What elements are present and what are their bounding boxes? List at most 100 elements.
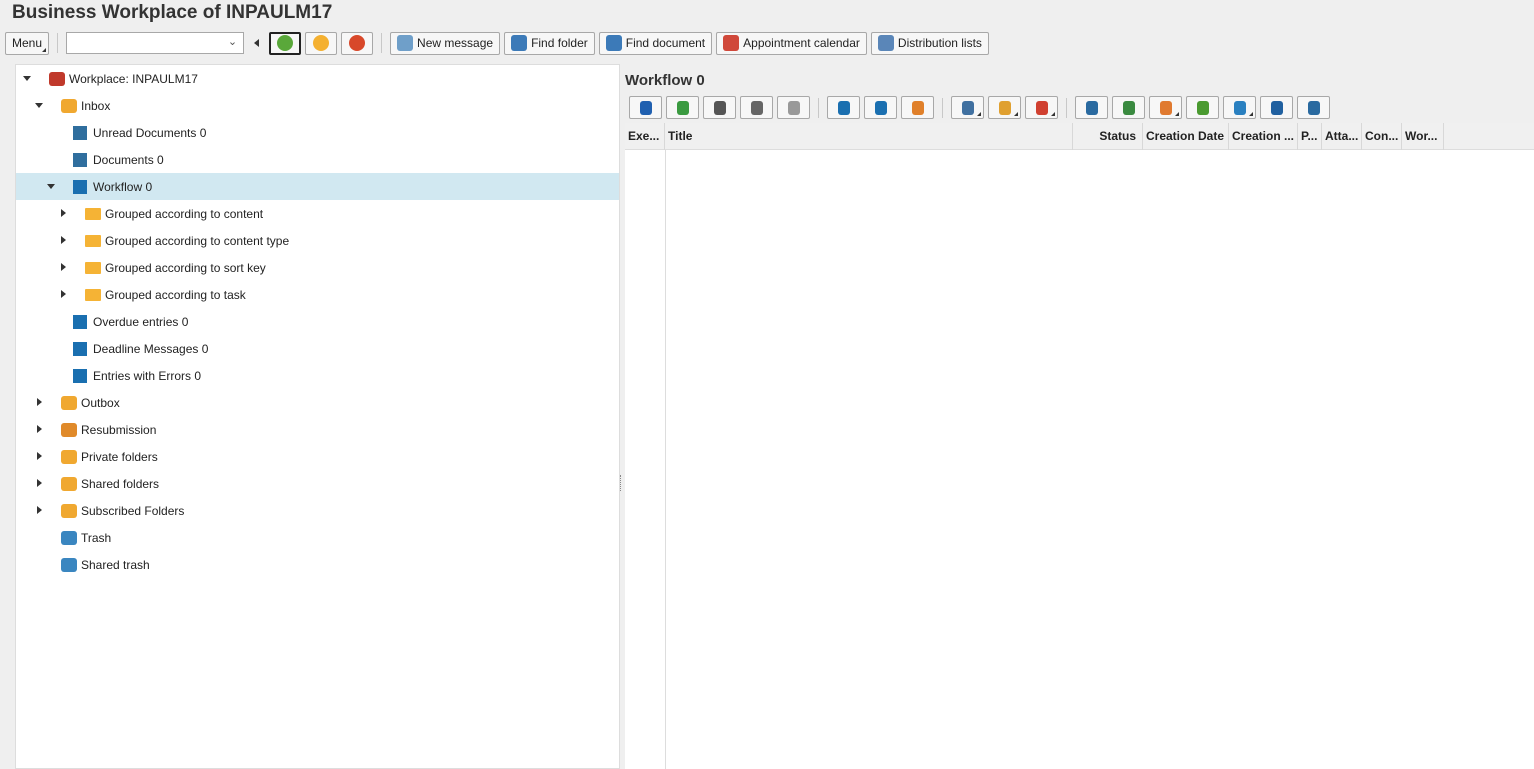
tree-node[interactable]: Outbox (16, 389, 619, 416)
tree-node[interactable]: Entries with Errors 0 (16, 362, 619, 389)
separator (1066, 97, 1067, 118)
new-message-button[interactable]: New message (390, 31, 501, 55)
workflow-icon (73, 180, 87, 194)
tree-node[interactable]: Grouped according to sort key (16, 254, 619, 281)
subtotal-button[interactable] (1186, 96, 1219, 119)
pane-splitter[interactable] (620, 475, 623, 491)
inbox-icon (61, 99, 77, 113)
select-button[interactable] (740, 96, 773, 119)
tree-node[interactable]: Resubmission (16, 416, 619, 443)
bottom-button[interactable] (901, 96, 934, 119)
column-header[interactable]: Title (665, 123, 1073, 150)
find-in-list-button[interactable] (1112, 96, 1145, 119)
attachment-button[interactable] (951, 96, 984, 119)
separator (57, 33, 59, 53)
layout-button[interactable] (1149, 96, 1182, 119)
column-header[interactable]: Exe... (625, 123, 665, 150)
distribution-lists-label: Distribution lists (897, 36, 982, 50)
back-icon (277, 35, 294, 51)
content-pane: Workflow 0 Exe... Title Status Creation Dat… (625, 64, 1534, 769)
separator (381, 33, 383, 53)
tree-node[interactable]: Unread Documents 0 (16, 119, 619, 146)
column-header[interactable]: Con... (1362, 123, 1402, 150)
folder-icon (85, 289, 101, 301)
tree-node-label: Grouped according to task (105, 287, 246, 302)
list-toolbar (629, 96, 1330, 119)
export-icon (1307, 100, 1320, 115)
top-icon (837, 100, 850, 115)
sort-layout-button[interactable] (1025, 96, 1058, 119)
center-icon (874, 100, 887, 115)
expand-toggle-icon[interactable] (37, 479, 42, 487)
shared-folders-icon (61, 477, 77, 491)
tree-node[interactable]: Trash (16, 524, 619, 551)
expand-toggle-icon[interactable] (37, 425, 42, 433)
chevron-down-icon: ⌄ (227, 36, 238, 48)
subscribed-folders-icon (61, 504, 77, 518)
collapse-toggle-icon[interactable] (35, 103, 43, 108)
column-header[interactable]: Creation Date (1143, 123, 1229, 150)
tree-node[interactable]: Shared trash (16, 551, 619, 578)
distribution-lists-button[interactable]: Distribution lists (870, 31, 989, 55)
appointment-calendar-button[interactable]: Appointment calendar (716, 31, 867, 55)
find-document-button[interactable]: Find document (598, 31, 713, 55)
execute-icon (676, 100, 689, 115)
tree-node[interactable]: Workplace: INPAULM17 (16, 65, 619, 92)
folder-icon (85, 208, 101, 220)
back-button[interactable] (269, 31, 302, 55)
top-button[interactable] (827, 96, 860, 119)
tree-node[interactable]: Shared folders (16, 470, 619, 497)
column-header[interactable]: Status (1073, 123, 1143, 150)
find-button[interactable] (1260, 96, 1293, 119)
tree-node[interactable]: Deadline Messages 0 (16, 335, 619, 362)
collapse-toggle-icon[interactable] (47, 184, 55, 189)
execute-button[interactable] (666, 96, 699, 119)
column-header[interactable]: Wor... (1402, 123, 1444, 150)
tree-node[interactable]: Subscribed Folders (16, 497, 619, 524)
exit-button[interactable] (305, 31, 338, 55)
export-button[interactable] (1297, 96, 1330, 119)
tree-node[interactable]: Overdue entries 0 (16, 308, 619, 335)
expand-toggle-icon[interactable] (37, 506, 42, 514)
expand-toggle-icon[interactable] (37, 452, 42, 460)
document-list-icon (73, 153, 87, 167)
menu-button[interactable]: Menu (5, 31, 50, 55)
expand-toggle-icon[interactable] (37, 398, 42, 406)
filter-button[interactable] (1223, 96, 1256, 119)
column-header[interactable]: Atta... (1322, 123, 1362, 150)
tree-node-label: Outbox (81, 395, 120, 410)
collapse-arrow-icon[interactable] (254, 39, 260, 47)
create-button[interactable] (988, 96, 1021, 119)
folder-icon (85, 262, 101, 274)
workflow-icon (73, 369, 87, 383)
tree-node[interactable]: Inbox (16, 92, 619, 119)
folder-tree: Workplace: INPAULM17 Inbox Unread Document… (15, 64, 620, 769)
tree-node-label: Shared trash (81, 557, 150, 572)
command-field[interactable]: ⌄ (66, 32, 245, 54)
create-icon (998, 100, 1011, 115)
tree-node[interactable]: Grouped according to content (16, 200, 619, 227)
appointment-calendar-label: Appointment calendar (743, 36, 860, 50)
cancel-icon (349, 35, 366, 51)
expand-toggle-icon[interactable] (61, 263, 66, 271)
tree-node[interactable]: Grouped according to task (16, 281, 619, 308)
collapse-toggle-icon[interactable] (23, 76, 31, 81)
expand-toggle-icon[interactable] (61, 209, 66, 217)
column-header[interactable]: P... (1298, 123, 1322, 150)
find-folder-button[interactable]: Find folder (504, 31, 595, 55)
expand-toggle-icon[interactable] (61, 236, 66, 244)
tree-node[interactable]: Grouped according to content type (16, 227, 619, 254)
tree-node[interactable]: Workflow 0 (16, 173, 619, 200)
deselect-button[interactable] (777, 96, 810, 119)
tree-node-label: Subscribed Folders (81, 503, 185, 518)
column-header[interactable]: Creation ... (1229, 123, 1298, 150)
cancel-button[interactable] (341, 31, 374, 55)
tree-node[interactable]: Documents 0 (16, 146, 619, 173)
tree-node[interactable]: Private folders (16, 443, 619, 470)
refresh-button[interactable] (629, 96, 662, 119)
print-button[interactable] (1075, 96, 1108, 119)
workflow-icon (73, 315, 87, 329)
expand-toggle-icon[interactable] (61, 290, 66, 298)
center-button[interactable] (864, 96, 897, 119)
display-button[interactable] (703, 96, 736, 119)
